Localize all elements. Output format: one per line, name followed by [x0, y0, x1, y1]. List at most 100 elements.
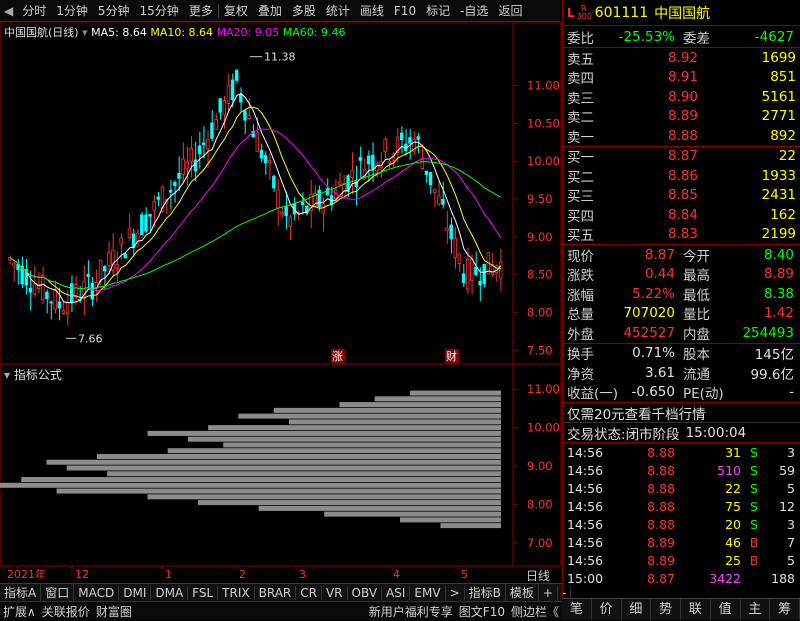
wealth-circle-button[interactable]: 财富圈 — [93, 603, 135, 620]
price-tick-label: 8.50 — [527, 268, 553, 282]
tick-time: 14:56 — [567, 552, 604, 568]
candle-body — [461, 273, 466, 283]
ask-row[interactable]: 卖四 8.91 851 — [563, 68, 800, 87]
tick-list[interactable]: 14:56 8.88 31 S 3 14:56 8.88 510 S 59 14:56 8.88 22 S… — [563, 443, 800, 587]
expand-button[interactable]: 扩展∧ — [0, 603, 39, 620]
candle-body — [177, 172, 181, 179]
indicator-title: 指标公式 — [13, 368, 62, 382]
indicator-header[interactable]: ▾ 指标公式 — [4, 366, 62, 383]
tab-add[interactable]: + — [539, 585, 558, 600]
tab-macd[interactable]: MACD — [74, 585, 120, 600]
tab-asi[interactable]: ASI — [382, 585, 411, 600]
volume-profile-bar — [147, 430, 501, 436]
tab-cr[interactable]: CR — [296, 585, 322, 600]
volume-profile-bars — [0, 390, 501, 529]
ask-row[interactable]: 卖一 8.88 892 — [563, 126, 800, 146]
tab-more-arrow[interactable]: > — [446, 585, 465, 600]
tab-dma[interactable]: DMA — [151, 585, 189, 600]
quote-tab[interactable]: 主 — [741, 599, 771, 620]
quote-tab[interactable]: 筹 — [770, 599, 800, 620]
depth-promo-text[interactable]: 仅需20元查看千档行情 — [563, 403, 706, 423]
quote-tab[interactable]: 笔 — [562, 599, 592, 620]
fundamental-row: 收益(一) -0.650 PE(动) - — [563, 383, 800, 403]
price-tick-label: 8.00 — [527, 306, 553, 320]
volume-profile-bar — [400, 517, 501, 523]
tick-price: 8.88 — [647, 516, 675, 532]
tab-trix[interactable]: TRIX — [218, 585, 255, 600]
bid-level-label: 买四 — [567, 208, 594, 225]
indicator-toggle-icon[interactable]: ▾ — [4, 368, 10, 382]
candle-body — [408, 137, 412, 144]
bid-row[interactable]: 买四 8.84 162 — [563, 205, 800, 225]
tab-vr[interactable]: VR — [322, 585, 348, 600]
related-quotes-button[interactable]: 关联报价 — [39, 603, 93, 620]
quote-tab[interactable]: 价 — [592, 599, 622, 620]
candle-body — [325, 188, 330, 196]
candle-body — [474, 266, 478, 275]
fundamental-row: 净资 3.61 流通 99.6亿 — [563, 363, 800, 383]
tick-count: 7 — [787, 534, 795, 550]
stat-value: 8.38 — [763, 285, 794, 302]
legend-toggle-icon[interactable]: ▾ — [82, 26, 88, 39]
weibi-label: 委比 — [567, 30, 594, 47]
candle-body — [168, 189, 173, 193]
candle-body — [300, 201, 305, 206]
bid-row[interactable]: 买二 8.86 1933 — [563, 166, 800, 186]
event-marker-label: 涨 — [332, 350, 343, 363]
tab-brar[interactable]: BRAR — [255, 585, 297, 600]
candle-body — [144, 214, 148, 232]
ask-volume: 892 — [770, 127, 796, 144]
fundamental-row: 换手 0.71% 股本 145亿 — [563, 344, 800, 363]
candle-body — [41, 274, 45, 301]
tab-fsl[interactable]: FSL — [188, 585, 219, 600]
new-user-promo-link[interactable]: 新用户福利专享 — [366, 603, 456, 620]
tab-dmi[interactable]: DMI — [119, 585, 152, 600]
candle-body — [65, 302, 70, 315]
f10-button[interactable]: 图文F10 — [456, 603, 508, 620]
ask-row[interactable]: 卖五 8.92 1699 — [563, 48, 800, 68]
ma20-line — [9, 128, 502, 292]
bid-row[interactable]: 买三 8.85 2431 — [563, 186, 800, 206]
candle-body — [49, 301, 53, 304]
fundamental-label: 收益(一) — [567, 386, 619, 403]
quote-tab[interactable]: 细 — [622, 599, 652, 620]
quote-tab[interactable]: 联 — [681, 599, 711, 620]
volume-profile-bar — [374, 396, 501, 402]
bid-row[interactable]: 买五 8.83 2199 — [563, 225, 800, 244]
tab-indicator-b[interactable]: 指标B — [465, 584, 506, 601]
tab-emv[interactable]: EMV — [410, 585, 446, 600]
candle-body — [338, 181, 342, 185]
bid-row[interactable]: 买一 8.87 22 — [563, 147, 800, 166]
quote-tab[interactable]: 势 — [651, 599, 681, 620]
candle-body — [123, 253, 128, 259]
tick-time: 14:56 — [567, 498, 604, 514]
candle-body — [284, 206, 288, 217]
volume-profile-bar — [21, 477, 501, 483]
ask-price: 8.88 — [667, 127, 698, 144]
stat-row: 总量 707020 量比 1.42 — [563, 304, 800, 323]
tab-window[interactable]: 窗口 — [41, 584, 75, 601]
ask-row[interactable]: 卖二 8.89 2771 — [563, 107, 800, 126]
sidebar-toggle-button[interactable]: 侧边栏《 — [508, 603, 562, 620]
bid-volume: 1933 — [761, 167, 796, 184]
tab-indicator-a[interactable]: 指标A — [0, 584, 42, 601]
stat-value: 1.42 — [763, 305, 794, 322]
kline-chart[interactable]: 11.00 10.50 10.00 9.50 9.00 8.50 8.00 7.50 11.00… — [0, 0, 562, 583]
stock-period-label: 中国国航(日线) — [4, 26, 79, 39]
time-tick-label: 2 — [239, 568, 246, 581]
tick-count: 59 — [779, 462, 795, 478]
candle-body — [267, 160, 272, 163]
candle-body — [98, 259, 103, 282]
ask-row[interactable]: 卖三 8.90 5161 — [563, 87, 800, 107]
bid-level-label: 买三 — [567, 189, 594, 206]
period-label[interactable]: 日线 — [526, 567, 550, 584]
indicator-tick-label: 11.00 — [527, 382, 560, 396]
candle-body — [416, 136, 420, 140]
tab-template[interactable]: 模板 — [506, 584, 539, 601]
tab-obv[interactable]: OBV — [348, 585, 383, 600]
volume-profile-bar — [97, 453, 501, 459]
promo-row[interactable]: 仅需20元查看千档行情 — [563, 403, 800, 423]
ma60-line — [9, 161, 502, 290]
candle-body — [371, 154, 375, 170]
quote-tab[interactable]: 值 — [711, 599, 741, 620]
